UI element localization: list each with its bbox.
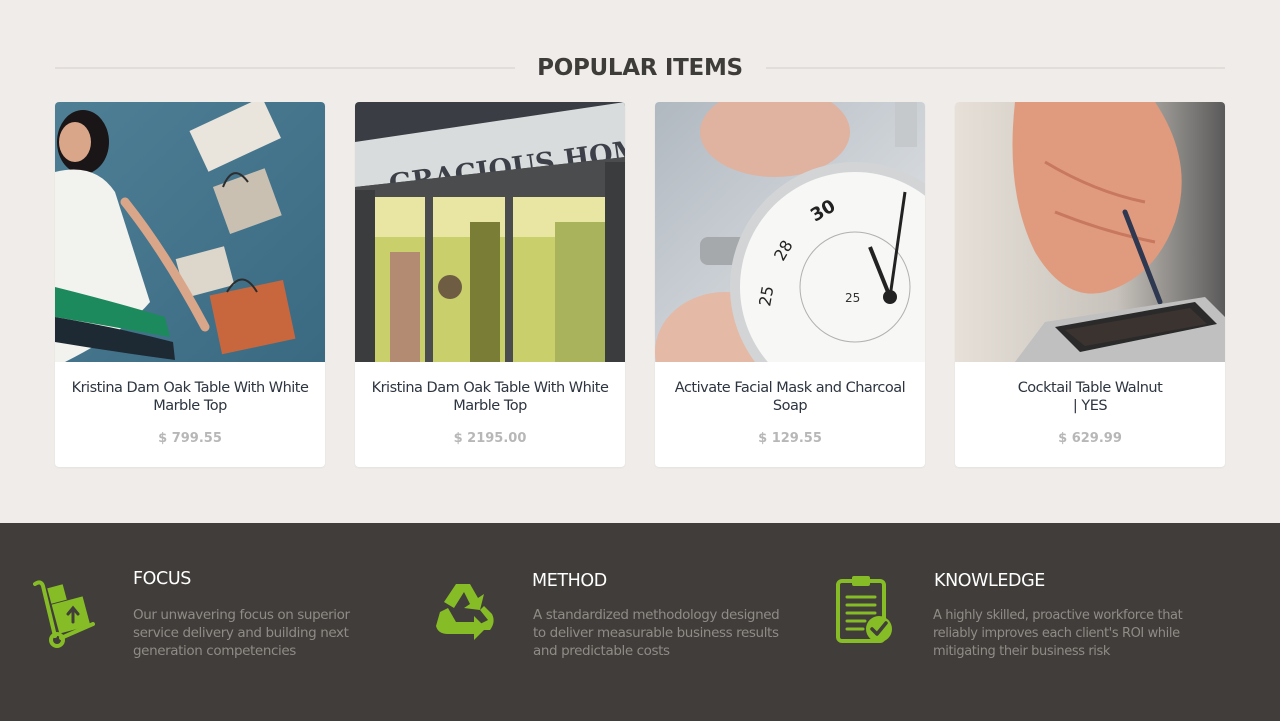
feature-description: Our unwavering focus on superior service…	[133, 607, 350, 659]
fashion-shopping-photo	[55, 102, 325, 362]
stopwatch-photo: 30 28 25 25	[655, 102, 925, 362]
product-price: $ 2195.00	[453, 431, 527, 446]
product-price: $ 129.55	[758, 431, 822, 446]
section-title: POPULAR ITEMS	[537, 55, 743, 81]
product-card[interactable]: 30 28 25 25 Activate Facial Mask and Cha…	[655, 102, 925, 467]
gracious-home-storefront-photo: GRACIOUS HOME	[355, 102, 625, 362]
product-card[interactable]: Kristina Dam Oak Table With White Marble…	[55, 102, 325, 467]
product-image[interactable]: GRACIOUS HOME	[355, 102, 625, 362]
feature-focus: FOCUS Our unwavering focus on superior s…	[0, 523, 420, 721]
feature-title: KNOWLEDGE	[934, 571, 1045, 591]
product-card[interactable]: Cocktail Table Walnut | YES $ 629.99	[955, 102, 1225, 467]
feature-title: FOCUS	[133, 569, 191, 589]
product-image[interactable]	[955, 102, 1225, 362]
product-title[interactable]: Kristina Dam Oak Table With White Marble…	[67, 379, 313, 415]
section-heading-row: POPULAR ITEMS	[55, 52, 1225, 84]
svg-text:25: 25	[755, 284, 777, 307]
feature-description: A standardized methodology designed to d…	[533, 607, 780, 659]
product-price: $ 629.99	[1058, 431, 1122, 446]
feature-method: METHOD A standardized methodology design…	[420, 523, 830, 721]
features-section: FOCUS Our unwavering focus on superior s…	[0, 523, 1280, 721]
feature-title: METHOD	[532, 571, 607, 591]
clipboard-check-icon	[836, 576, 892, 643]
product-price: $ 799.55	[158, 431, 222, 446]
product-title[interactable]: Cocktail Table Walnut | YES	[967, 379, 1213, 415]
popular-items-section: POPULAR ITEMS Kristina Dam Oak Table Wit…	[0, 0, 1280, 523]
product-image[interactable]: 30 28 25 25	[655, 102, 925, 362]
recycle-icon	[436, 584, 494, 640]
product-card[interactable]: GRACIOUS HOME Kristina Dam Oak Table Wit…	[355, 102, 625, 467]
stylus-tablet-photo	[955, 102, 1225, 362]
feature-knowledge: KNOWLEDGE A highly skilled, proactive wo…	[830, 523, 1280, 721]
feature-description: A highly skilled, proactive workforce th…	[933, 608, 1183, 659]
product-title[interactable]: Kristina Dam Oak Table With White Marble…	[367, 379, 613, 415]
product-title[interactable]: Activate Facial Mask and Charcoal Soap	[667, 379, 913, 415]
product-image[interactable]	[55, 102, 325, 362]
svg-text:25: 25	[845, 291, 860, 305]
hand-truck-icon	[33, 580, 95, 648]
